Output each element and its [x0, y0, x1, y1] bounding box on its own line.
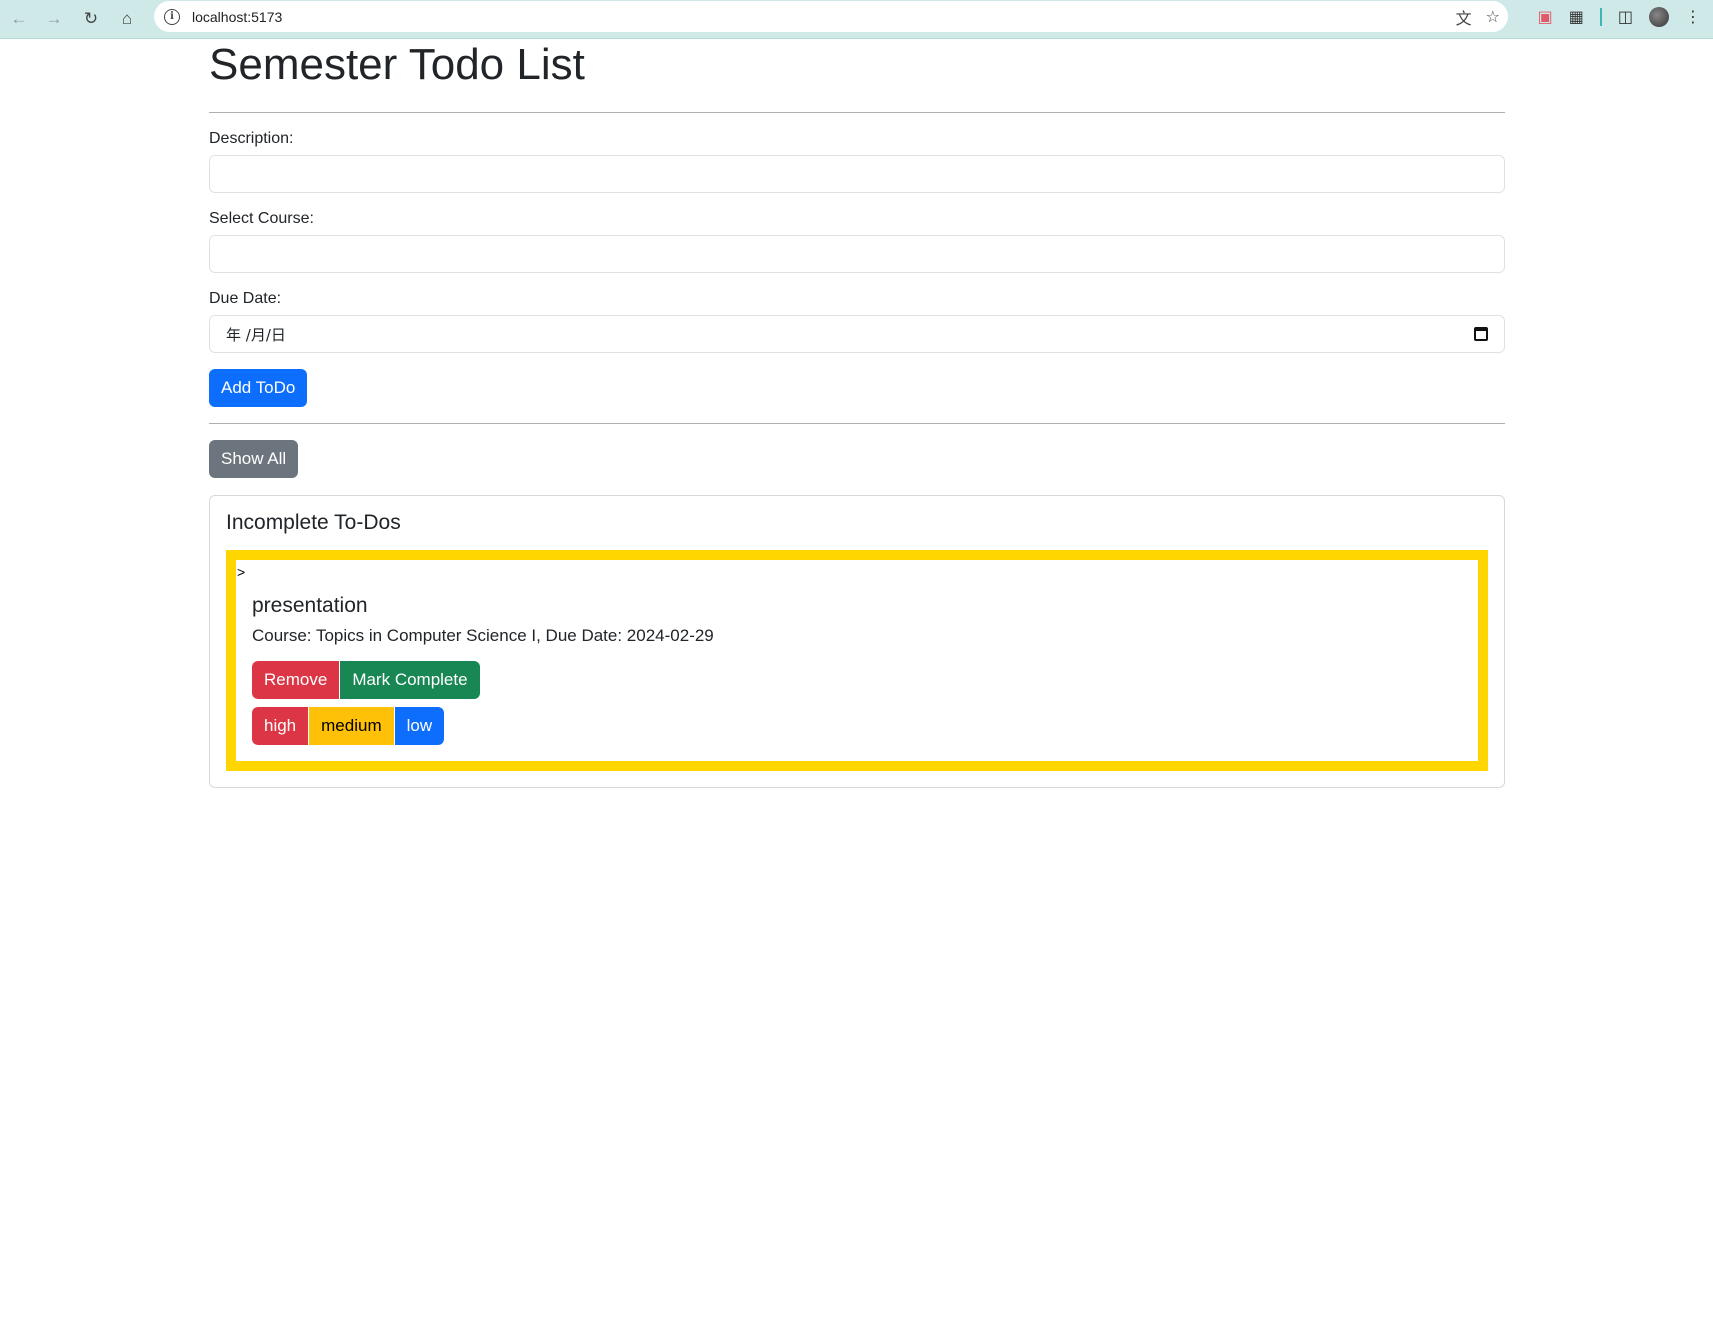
translate-icon[interactable]: 文: [1456, 5, 1472, 29]
priority-low-button[interactable]: low: [394, 707, 445, 745]
reload-icon[interactable]: ↻: [77, 5, 105, 33]
menu-kebab-icon[interactable]: ⋮: [1685, 7, 1701, 27]
remove-button[interactable]: Remove: [252, 661, 340, 699]
puzzle-extensions-icon[interactable]: ▦: [1569, 7, 1584, 27]
priority-buttons: high medium low: [252, 707, 1462, 745]
priority-high-button[interactable]: high: [252, 707, 309, 745]
page-title: Semester Todo List: [209, 40, 585, 89]
todo-form: Description: Select Course: Due Date: 年 …: [209, 130, 1505, 407]
due-date-input[interactable]: 年 /月/日: [209, 315, 1505, 353]
profile-avatar[interactable]: [1649, 6, 1669, 27]
due-date-placeholder: 年 /月/日: [226, 325, 286, 344]
address-bar[interactable]: i localhost:5173 文 ☆: [154, 1, 1508, 32]
side-panel-icon[interactable]: ◫: [1618, 7, 1633, 27]
main-container: Semester Todo List Description: Select C…: [209, 39, 1505, 788]
mark-complete-button[interactable]: Mark Complete: [340, 661, 480, 699]
priority-medium-button[interactable]: medium: [309, 707, 394, 745]
todo-meta: Course: Topics in Computer Science I, Du…: [252, 626, 714, 645]
forward-arrow-icon[interactable]: →: [40, 5, 68, 33]
form-divider: [209, 423, 1505, 424]
incomplete-todos-card: Incomplete To-Dos > presentation Course:…: [209, 495, 1505, 788]
extension-icon[interactable]: ▣: [1538, 7, 1553, 27]
site-info-icon[interactable]: i: [164, 8, 180, 25]
add-todo-button[interactable]: Add ToDo: [209, 369, 308, 407]
bookmark-star-icon[interactable]: ☆: [1486, 7, 1500, 27]
course-label: Select Course:: [209, 210, 314, 227]
show-all-button[interactable]: Show All: [209, 440, 299, 478]
home-icon[interactable]: ⌂: [113, 5, 141, 33]
incomplete-todos-heading: Incomplete To-Dos: [226, 511, 401, 534]
todo-title: presentation: [252, 594, 368, 617]
url-text[interactable]: localhost:5173: [192, 9, 282, 25]
course-select[interactable]: [209, 235, 1505, 273]
due-date-label: Due Date:: [209, 290, 282, 307]
browser-toolbar: ← → ↻ ⌂ i localhost:5173 文 ☆ ▣ ▦ ◫ ⋮: [0, 0, 1713, 39]
toolbar-separator: [1599, 7, 1602, 26]
header-divider: [209, 112, 1505, 113]
todo-item: > presentation Course: Topics in Compute…: [226, 550, 1488, 771]
description-label: Description:: [209, 130, 294, 147]
calendar-icon[interactable]: [1474, 327, 1488, 341]
todo-marker: >: [237, 564, 246, 580]
todo-actions: Remove Mark Complete: [252, 661, 1462, 699]
back-arrow-icon[interactable]: ←: [5, 5, 33, 33]
description-input[interactable]: [209, 155, 1505, 193]
